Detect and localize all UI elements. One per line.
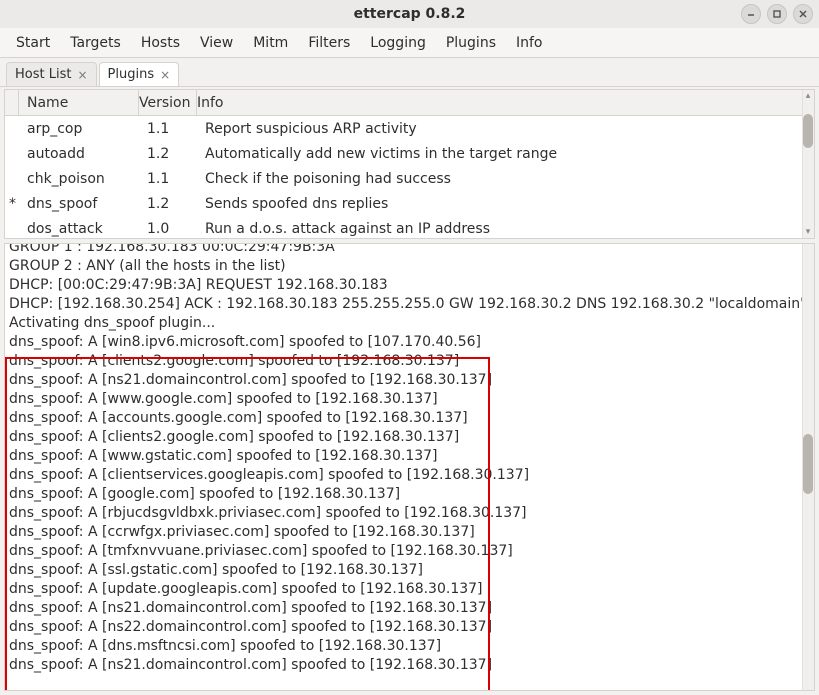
scroll-down-icon: ▾ <box>802 226 814 238</box>
table-row[interactable]: *dns_spoof1.2Sends spoofed dns replies <box>5 191 814 216</box>
log-line: dns_spoof: A [ccrwfgx.priviasec.com] spo… <box>9 523 800 542</box>
menubar: StartTargetsHostsViewMitmFiltersLoggingP… <box>0 28 819 58</box>
row-name: dos_attack <box>19 221 139 237</box>
window-title: ettercap 0.8.2 <box>354 6 466 22</box>
menu-view[interactable]: View <box>190 31 243 55</box>
log-line: GROUP 1 : 192.168.30.183 00:0C:29:47:9B:… <box>9 243 800 257</box>
table-row[interactable]: chk_poison1.1Check if the poisoning had … <box>5 166 814 191</box>
row-version: 1.2 <box>139 196 197 212</box>
row-info: Sends spoofed dns replies <box>197 196 814 212</box>
app-window: ettercap 0.8.2 StartTargetsHostsViewMitm… <box>0 0 819 695</box>
log-line: dns_spoof: A [clients2.google.com] spoof… <box>9 352 800 371</box>
log-line: dns_spoof: A [www.gstatic.com] spoofed t… <box>9 447 800 466</box>
close-icon[interactable]: × <box>160 68 170 82</box>
log-line: dns_spoof: A [google.com] spoofed to [19… <box>9 485 800 504</box>
row-name: autoadd <box>19 146 139 162</box>
row-info: Automatically add new victims in the tar… <box>197 146 814 162</box>
maximize-button[interactable] <box>767 4 787 24</box>
row-name: chk_poison <box>19 171 139 187</box>
row-mark: * <box>5 196 19 212</box>
log-line: dns_spoof: A [ssl.gstatic.com] spoofed t… <box>9 561 800 580</box>
menu-filters[interactable]: Filters <box>298 31 360 55</box>
tab-strip: Host List × Plugins × <box>0 58 819 87</box>
log-line: dns_spoof: A [ns21.domaincontrol.com] sp… <box>9 656 800 675</box>
row-version: 1.1 <box>139 121 197 137</box>
maximize-icon <box>772 9 782 19</box>
log-line: GROUP 2 : ANY (all the hosts in the list… <box>9 257 800 276</box>
log-content: GROUP 1 : 192.168.30.183 00:0C:29:47:9B:… <box>9 243 800 675</box>
row-version: 1.0 <box>139 221 197 237</box>
menu-hosts[interactable]: Hosts <box>131 31 190 55</box>
menu-info[interactable]: Info <box>506 31 553 55</box>
log-line: dns_spoof: A [tmfxnvvuane.priviasec.com]… <box>9 542 800 561</box>
log-line: dns_spoof: A [accounts.google.com] spoof… <box>9 409 800 428</box>
log-line: dns_spoof: A [ns21.domaincontrol.com] sp… <box>9 371 800 390</box>
table-row[interactable]: arp_cop1.1Report suspicious ARP activity <box>5 116 814 141</box>
log-area: GROUP 1 : 192.168.30.183 00:0C:29:47:9B:… <box>4 243 815 691</box>
col-header-name[interactable]: Name <box>19 90 139 115</box>
tab-label: Plugins <box>108 67 155 82</box>
log-scrollbar[interactable] <box>802 244 814 690</box>
row-name: arp_cop <box>19 121 139 137</box>
row-version: 1.2 <box>139 146 197 162</box>
log-scroll-thumb[interactable] <box>803 434 813 494</box>
col-header-info[interactable]: Info <box>197 90 814 115</box>
log-line: dns_spoof: A [ns22.domaincontrol.com] sp… <box>9 618 800 637</box>
row-info: Run a d.o.s. attack against an IP addres… <box>197 221 814 237</box>
plugin-table-body: arp_cop1.1Report suspicious ARP activity… <box>5 116 814 240</box>
menu-start[interactable]: Start <box>6 31 60 55</box>
log-line: Activating dns_spoof plugin... <box>9 314 800 333</box>
menu-mitm[interactable]: Mitm <box>243 31 298 55</box>
log-line: dns_spoof: A [clientservices.googleapis.… <box>9 466 800 485</box>
log-line: dns_spoof: A [www.google.com] spoofed to… <box>9 390 800 409</box>
log-line: DHCP: [192.168.30.254] ACK : 192.168.30.… <box>9 295 800 314</box>
plugin-scrollbar[interactable]: ▴ ▾ <box>802 90 814 238</box>
log-line: dns_spoof: A [dns.msftncsi.com] spoofed … <box>9 637 800 656</box>
titlebar: ettercap 0.8.2 <box>0 0 819 28</box>
scroll-up-icon: ▴ <box>802 90 814 102</box>
table-row[interactable]: autoadd1.2Automatically add new victims … <box>5 141 814 166</box>
col-header-mark[interactable] <box>5 90 19 115</box>
menu-plugins[interactable]: Plugins <box>436 31 506 55</box>
plugin-table-header: Name Version Info <box>5 90 814 116</box>
log-line: dns_spoof: A [rbjucdsgvldbxk.priviasec.c… <box>9 504 800 523</box>
minimize-button[interactable] <box>741 4 761 24</box>
row-version: 1.1 <box>139 171 197 187</box>
close-icon <box>798 9 808 19</box>
menu-targets[interactable]: Targets <box>60 31 131 55</box>
tab-label: Host List <box>15 67 71 82</box>
row-info: Report suspicious ARP activity <box>197 121 814 137</box>
row-info: Check if the poisoning had success <box>197 171 814 187</box>
row-name: dns_spoof <box>19 196 139 212</box>
menu-logging[interactable]: Logging <box>360 31 436 55</box>
plugin-table: Name Version Info arp_cop1.1Report suspi… <box>4 89 815 239</box>
window-controls <box>741 4 813 24</box>
tab-plugins[interactable]: Plugins × <box>99 62 180 86</box>
log-line: dns_spoof: A [ns21.domaincontrol.com] sp… <box>9 599 800 618</box>
plugin-scroll-thumb[interactable] <box>803 114 813 148</box>
close-button[interactable] <box>793 4 813 24</box>
table-row[interactable]: dos_attack1.0Run a d.o.s. attack against… <box>5 216 814 240</box>
log-line: dns_spoof: A [win8.ipv6.microsoft.com] s… <box>9 333 800 352</box>
col-header-version[interactable]: Version <box>139 90 197 115</box>
tab-host-list[interactable]: Host List × <box>6 62 97 86</box>
log-line: DHCP: [00:0C:29:47:9B:3A] REQUEST 192.16… <box>9 276 800 295</box>
log-line: dns_spoof: A [update.googleapis.com] spo… <box>9 580 800 599</box>
minimize-icon <box>746 9 756 19</box>
log-line: dns_spoof: A [clients2.google.com] spoof… <box>9 428 800 447</box>
close-icon[interactable]: × <box>77 68 87 82</box>
